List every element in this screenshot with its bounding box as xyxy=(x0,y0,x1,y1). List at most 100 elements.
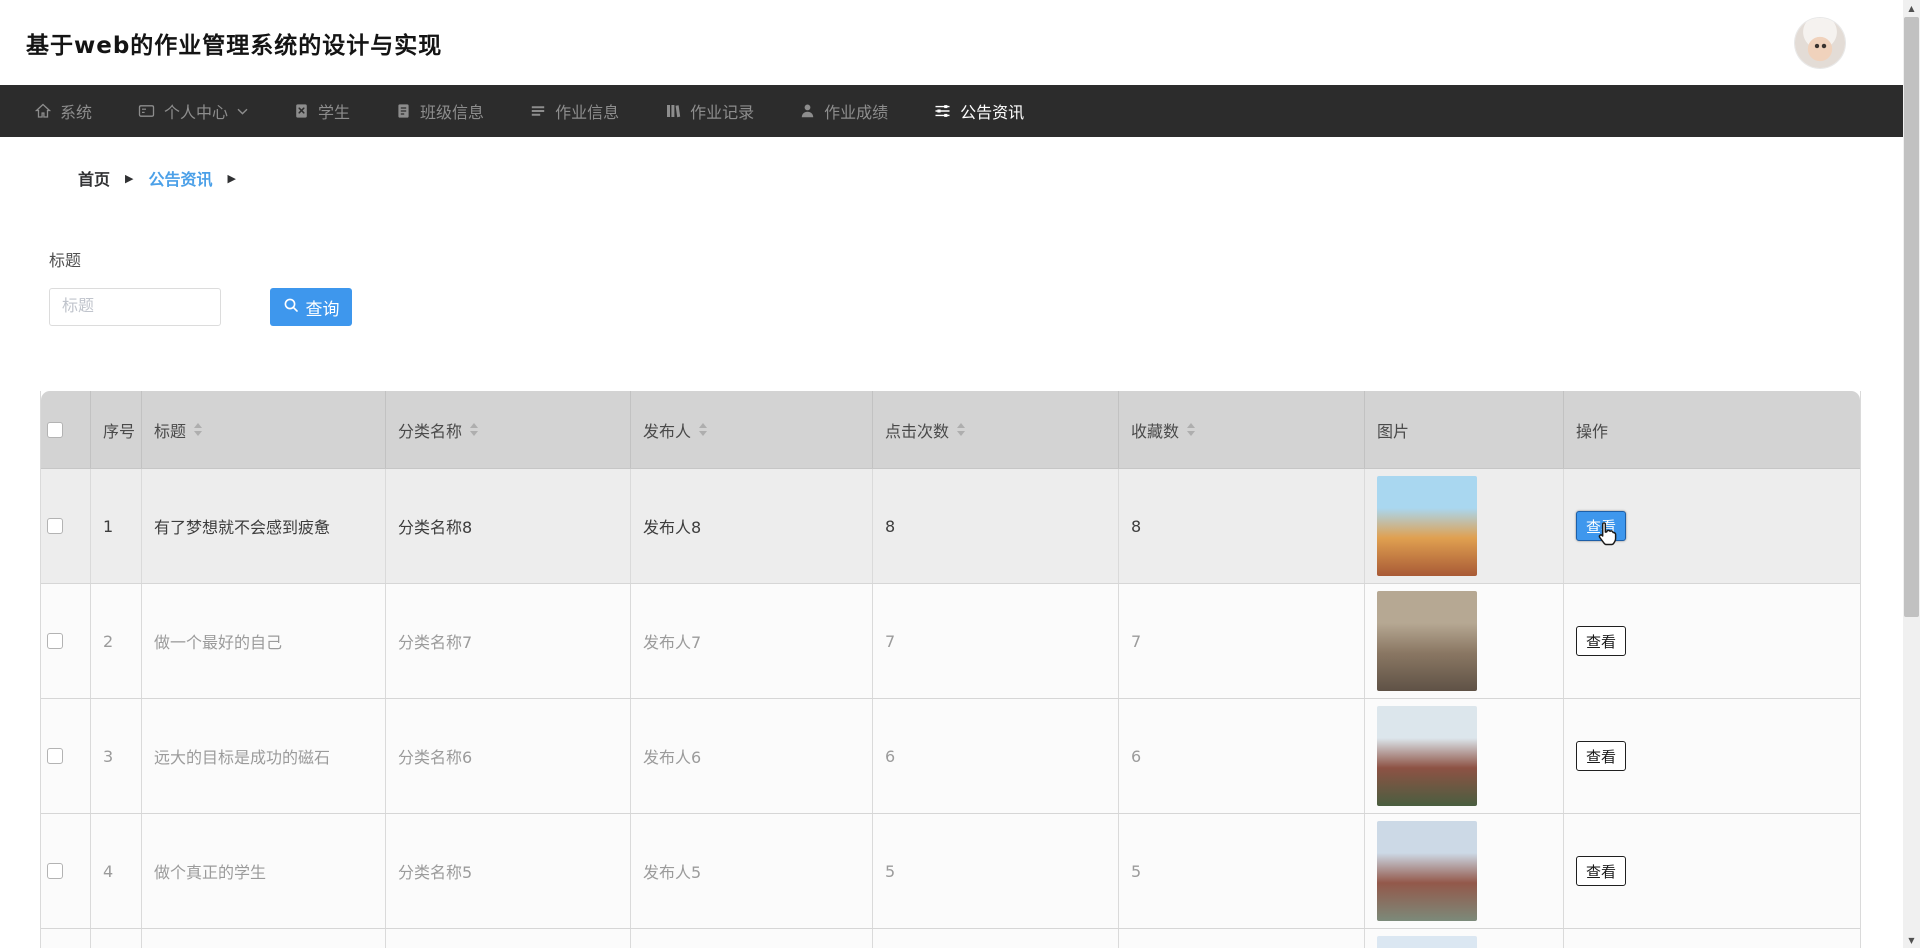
row-publisher: 发布人7 xyxy=(631,584,873,698)
row-checkbox-cell xyxy=(41,469,91,583)
top-bar: 基于web的作业管理系统的设计与实现 xyxy=(0,0,1903,85)
nav-item-6[interactable]: 作业记录 xyxy=(642,85,777,137)
row-title: 做个真正的学生 xyxy=(142,814,386,928)
breadcrumb-item-2[interactable]: 公告资讯 xyxy=(148,166,212,190)
column-header-8: 操作 xyxy=(1564,391,1860,468)
view-button[interactable]: 查看 xyxy=(1576,511,1627,541)
scrollbar-up-arrow[interactable]: ▲ xyxy=(1903,0,1920,16)
user-avatar[interactable] xyxy=(1795,18,1845,68)
row-title: 远大的目标是成功的磁石 xyxy=(142,699,386,813)
nav-item-label: 作业成绩 xyxy=(824,103,889,122)
id-card-icon xyxy=(138,103,155,119)
search-button[interactable]: 查询 xyxy=(270,288,352,326)
student-icon xyxy=(294,103,309,119)
row-favorites: 5 xyxy=(1119,814,1365,928)
column-header-label: 点击次数 xyxy=(885,421,950,441)
row-number: 1 xyxy=(91,469,142,583)
view-button[interactable]: 查看 xyxy=(1576,856,1627,886)
column-header-label: 标题 xyxy=(154,421,187,441)
row-title xyxy=(142,929,386,948)
row-checkbox[interactable] xyxy=(47,863,63,879)
school-courtyard-photo xyxy=(1377,591,1477,691)
view-button[interactable]: 查看 xyxy=(1576,741,1627,771)
breadcrumb-arrow-icon: ▶ xyxy=(227,171,236,185)
row-clicks: 5 xyxy=(873,814,1119,928)
column-header-label: 收藏数 xyxy=(1131,421,1180,441)
column-header-6[interactable]: 收藏数 xyxy=(1119,391,1365,468)
search-icon xyxy=(283,297,299,318)
row-clicks: 7 xyxy=(873,584,1119,698)
row-category: 分类名称8 xyxy=(386,469,631,583)
table-row: 1 有了梦想就不会感到疲惫 分类名称8 发布人8 8 8 查看 xyxy=(41,469,1860,584)
announcement-table: 序号 标题 分类名称 发布人 点击次数 收藏数 图片 操作 1 有了梦想就不会感到疲惫 分类名称8… xyxy=(40,391,1861,948)
row-photo-cell xyxy=(1365,814,1564,928)
filter-panel: 标题 查询 xyxy=(49,247,1903,326)
row-photo-cell xyxy=(1365,929,1564,948)
table-header-row: 序号 标题 分类名称 发布人 点击次数 收藏数 图片 操作 xyxy=(41,391,1860,469)
row-publisher xyxy=(631,929,873,948)
sky-building-photo xyxy=(1377,936,1477,948)
row-clicks xyxy=(873,929,1119,948)
column-header-label: 分类名称 xyxy=(398,421,463,441)
table-row: 2 做一个最好的自己 分类名称7 发布人7 7 7 查看 xyxy=(41,584,1860,699)
row-clicks: 6 xyxy=(873,699,1119,813)
search-button-label: 查询 xyxy=(305,299,340,320)
row-number: 3 xyxy=(91,699,142,813)
title-filter-input[interactable] xyxy=(49,288,221,326)
row-favorites: 8 xyxy=(1119,469,1365,583)
scrollbar-down-arrow[interactable]: ▼ xyxy=(1903,932,1920,948)
nav-item-7[interactable]: 作业成绩 xyxy=(777,85,911,137)
sort-carets-icon xyxy=(957,423,966,436)
column-header-3[interactable]: 分类名称 xyxy=(386,391,631,468)
column-header-5[interactable]: 点击次数 xyxy=(873,391,1119,468)
row-category: 分类名称6 xyxy=(386,699,631,813)
nav-item-label: 作业信息 xyxy=(555,103,620,122)
row-checkbox[interactable] xyxy=(47,633,63,649)
row-category: 分类名称5 xyxy=(386,814,631,928)
row-favorites xyxy=(1119,929,1365,948)
row-action-cell: 查看 xyxy=(1564,584,1860,698)
row-action-cell: 查看 xyxy=(1564,699,1860,813)
main-nav: 系统 个人中心 学生 班级信息 作业信息 作业记录 作业成绩 公告资讯 xyxy=(0,85,1903,137)
view-button[interactable]: 查看 xyxy=(1576,626,1627,656)
nav-item-label: 作业记录 xyxy=(690,103,755,122)
nav-item-label: 班级信息 xyxy=(420,103,485,122)
column-header-7: 图片 xyxy=(1365,391,1564,468)
row-checkbox-cell xyxy=(41,584,91,698)
brick-building-photo xyxy=(1377,706,1477,806)
table-row: 4 做个真正的学生 分类名称5 发布人5 5 5 查看 xyxy=(41,814,1860,929)
page-title: 基于web的作业管理系统的设计与实现 xyxy=(26,32,443,59)
book-icon xyxy=(665,103,681,119)
nav-item-label: 公告资讯 xyxy=(960,103,1025,122)
title-filter-label: 标题 xyxy=(49,251,82,270)
breadcrumb-item-1[interactable]: 首页 xyxy=(78,166,110,190)
sort-carets-icon xyxy=(194,423,203,436)
nav-item-2[interactable]: 个人中心 xyxy=(115,85,271,137)
column-header-2[interactable]: 标题 xyxy=(142,391,386,468)
column-header-label: 操作 xyxy=(1576,421,1609,441)
nav-item-4[interactable]: 班级信息 xyxy=(373,85,507,137)
row-checkbox[interactable] xyxy=(47,518,63,534)
column-header-1: 序号 xyxy=(91,391,142,468)
row-action-cell: 查看 xyxy=(1564,814,1860,928)
row-checkbox[interactable] xyxy=(47,748,63,764)
row-category: 分类名称7 xyxy=(386,584,631,698)
nav-item-5[interactable]: 作业信息 xyxy=(507,85,642,137)
nav-item-label: 个人中心 xyxy=(164,103,229,122)
row-clicks: 8 xyxy=(873,469,1119,583)
scrollbar-thumb[interactable] xyxy=(1904,17,1919,617)
school-building-photo xyxy=(1377,476,1477,576)
column-header-4[interactable]: 发布人 xyxy=(631,391,873,468)
nav-item-3[interactable]: 学生 xyxy=(271,85,373,137)
nav-item-8[interactable]: 公告资讯 xyxy=(911,85,1047,137)
chevron-down-icon xyxy=(237,108,248,115)
select-all-checkbox[interactable] xyxy=(47,421,63,438)
nav-item-1[interactable]: 系统 xyxy=(12,85,115,137)
nav-item-label: 学生 xyxy=(318,103,351,122)
row-favorites: 7 xyxy=(1119,584,1365,698)
row-checkbox-cell xyxy=(41,814,91,928)
browser-scrollbar: ▲ ▼ xyxy=(1903,0,1920,948)
row-category xyxy=(386,929,631,948)
row-title: 有了梦想就不会感到疲惫 xyxy=(142,469,386,583)
row-photo-cell xyxy=(1365,699,1564,813)
